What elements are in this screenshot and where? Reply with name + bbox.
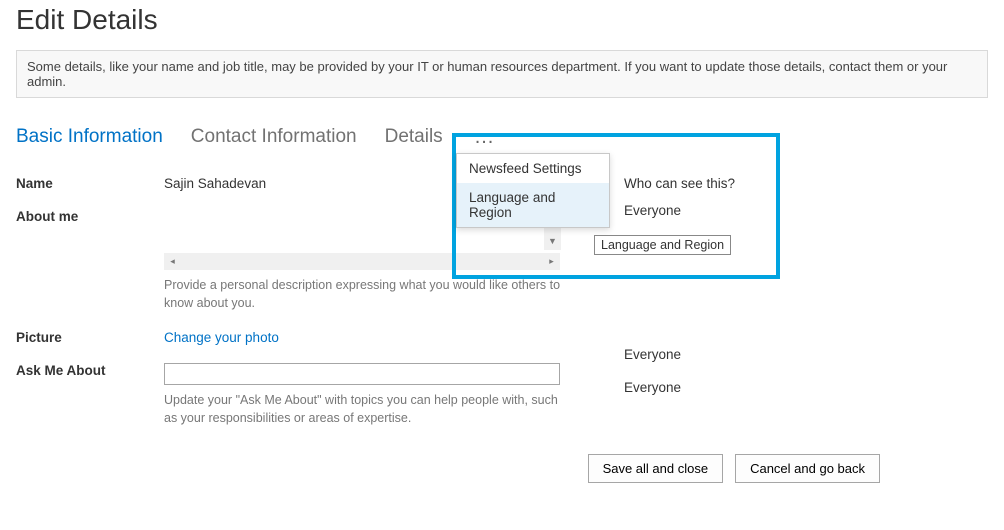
ask-help-text: Update your "Ask Me About" with topics y… — [164, 391, 574, 427]
page-title: Edit Details — [16, 0, 988, 50]
ask-label: Ask Me About — [16, 363, 164, 378]
about-label: About me — [16, 209, 164, 224]
tab-more-icon[interactable]: ... — [471, 127, 499, 147]
scroll-down-icon[interactable]: ▼ — [544, 233, 561, 250]
scroll-right-icon[interactable]: ▸ — [543, 253, 560, 270]
picture-label: Picture — [16, 330, 164, 345]
language-region-tooltip: Language and Region — [594, 235, 731, 255]
ask-me-about-input[interactable] — [164, 363, 560, 385]
info-bar: Some details, like your name and job tit… — [16, 50, 988, 98]
dropdown-language-and-region[interactable]: Language and Region — [457, 183, 609, 227]
dropdown-newsfeed-settings[interactable]: Newsfeed Settings — [457, 154, 609, 183]
field-ask-row: Ask Me About Update your "Ask Me About" … — [16, 363, 596, 427]
tab-contact-information[interactable]: Contact Information — [191, 126, 357, 148]
save-all-button[interactable]: Save all and close — [588, 454, 724, 483]
about-horizontal-scrollbar[interactable]: ◂ ▸ — [164, 253, 560, 270]
about-help-text: Provide a personal description expressin… — [164, 276, 574, 312]
more-tabs-dropdown: Newsfeed Settings Language and Region — [456, 153, 610, 228]
name-label: Name — [16, 176, 164, 191]
tab-basic-information[interactable]: Basic Information — [16, 126, 163, 148]
tabs: Basic Information Contact Information De… — [16, 126, 988, 148]
ask-visibility[interactable]: Everyone — [596, 380, 681, 395]
change-photo-link[interactable]: Change your photo — [164, 330, 279, 345]
button-bar: Save all and close Cancel and go back — [16, 454, 988, 483]
scroll-left-icon[interactable]: ◂ — [164, 253, 181, 270]
tab-details[interactable]: Details — [385, 126, 443, 148]
cancel-button[interactable]: Cancel and go back — [735, 454, 880, 483]
visibility-header: Who can see this? — [596, 176, 988, 191]
picture-visibility[interactable]: Everyone — [596, 347, 681, 362]
field-picture-row: Picture Change your photo — [16, 330, 596, 345]
